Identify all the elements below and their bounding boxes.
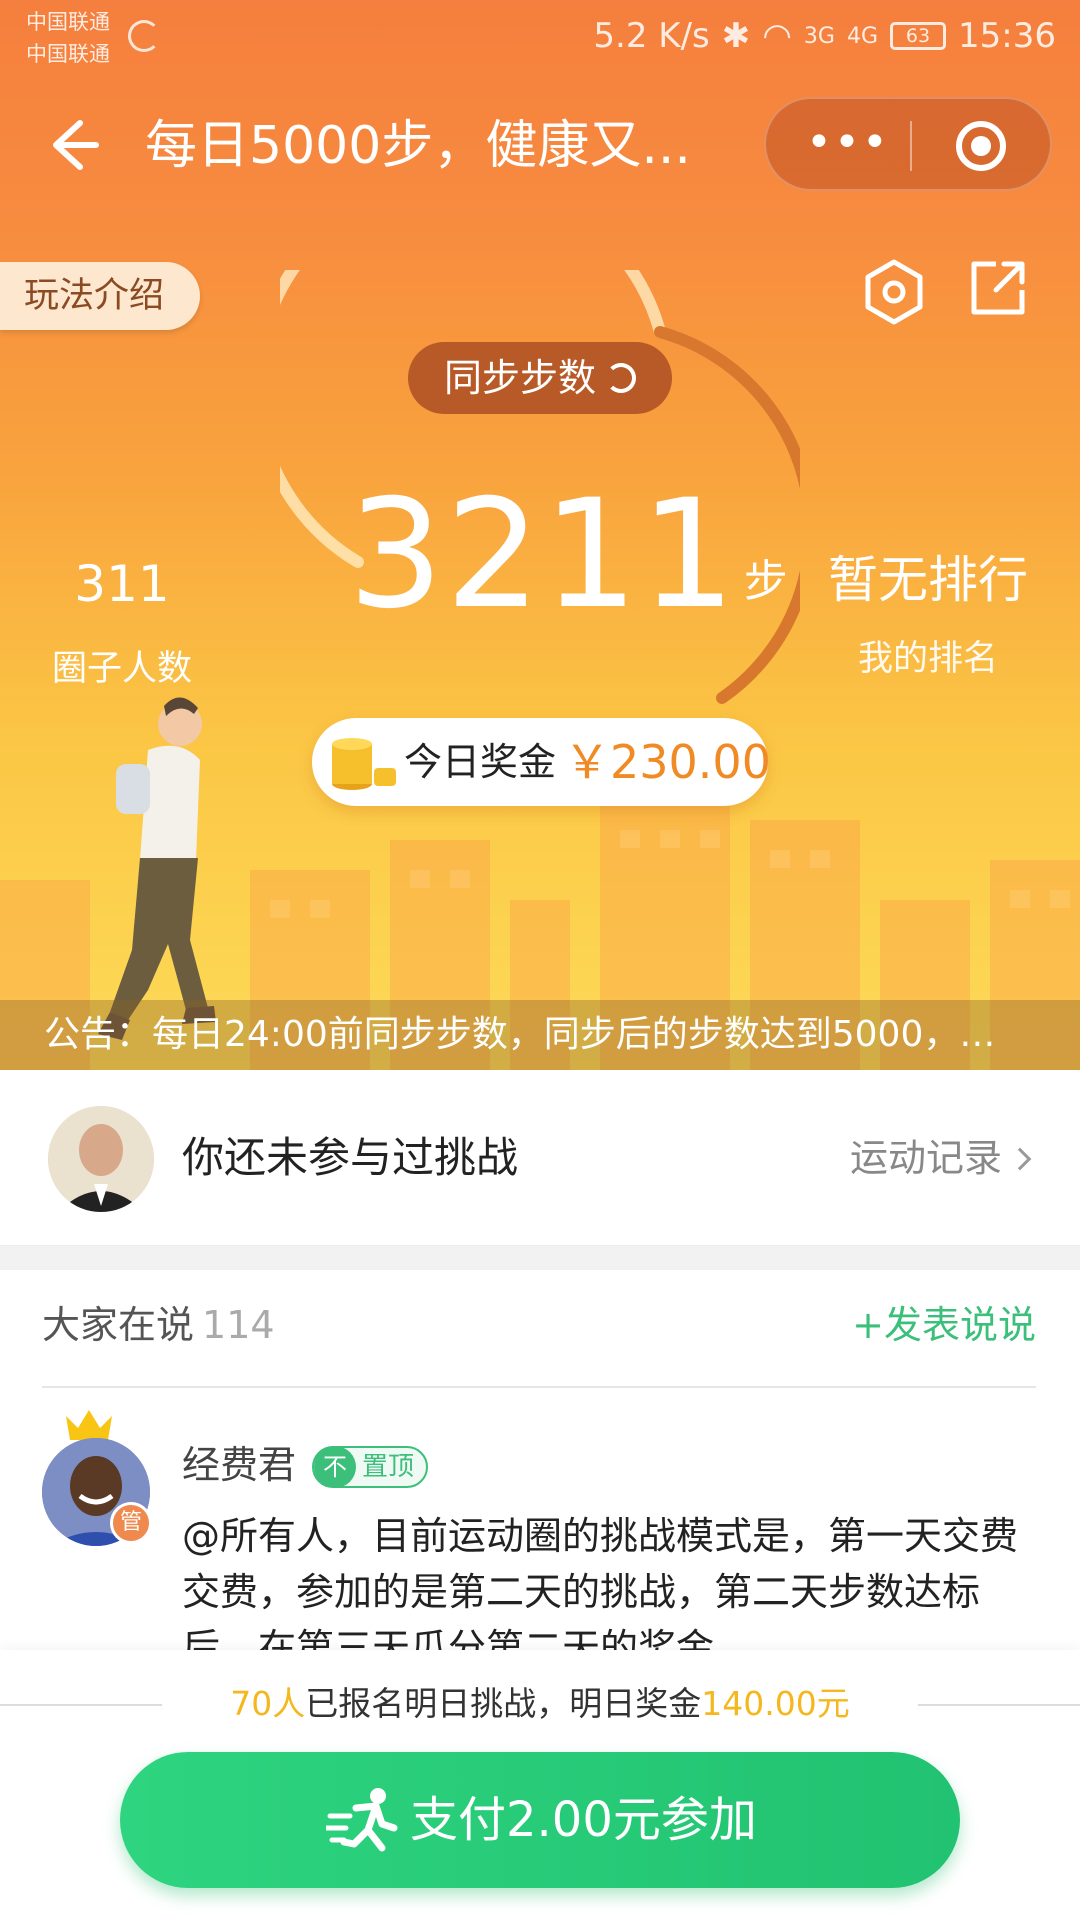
- today-bonus-pill: 今日奖金 ￥230.00: [312, 718, 771, 806]
- close-button[interactable]: [956, 121, 1006, 171]
- network-3g: 3G: [803, 23, 835, 49]
- comments-count: 114: [202, 1303, 275, 1347]
- bottom-action-bar: 70人已报名明日挑战，明日奖金140.00元 支付2.00元参加: [0, 1650, 1080, 1920]
- post-text: @所有人，目前运动圈的挑战模式是，第一天交费交费，参加的是第二天的挑战，第二天步…: [182, 1514, 1019, 1650]
- more-button[interactable]: •••: [806, 121, 888, 171]
- section-gap: [0, 1246, 1080, 1270]
- mini-program-capsule: •••: [764, 97, 1052, 191]
- today-bonus-label: 今日奖金: [404, 740, 557, 784]
- loading-icon: [128, 20, 160, 52]
- divider: [918, 1704, 1080, 1706]
- step-count-value: 3211: [348, 468, 738, 642]
- my-challenge-row: 你还未参与过挑战 运动记录: [0, 1070, 1080, 1246]
- coins-icon: [332, 738, 396, 790]
- runner-icon: [326, 1788, 398, 1852]
- signup-info: 70人已报名明日挑战，明日奖金140.00元: [180, 1676, 900, 1732]
- tomorrow-bonus: 140.00元: [701, 1684, 850, 1723]
- hexagon-settings-icon[interactable]: [860, 258, 928, 326]
- status-bar: 中国联通 中国联通 5.2 K/s ✱ ◠ 3G 4G 63 15:36: [0, 0, 1080, 75]
- comments-title: 大家在说: [42, 1303, 195, 1347]
- challenge-status-text: 你还未参与过挑战: [182, 1133, 519, 1182]
- comments-section: 大家在说 114 +发表说说 管 经费君 不置顶 @所有人，目前运动圈的挑战模式是…: [0, 1270, 1080, 1650]
- admin-badge: 管: [110, 1502, 152, 1544]
- page-title: 每日5000步，健康又...: [145, 116, 691, 176]
- my-rank-value: 暂无排行: [828, 551, 1028, 609]
- rules-intro-tab[interactable]: 玩法介绍: [0, 262, 200, 330]
- announcement-banner[interactable]: 公告：每日24:00前同步步数，同步后的步数达到5000，…: [0, 1000, 1080, 1070]
- share-icon[interactable]: [968, 258, 1028, 318]
- step-count-unit: 步: [743, 556, 788, 607]
- post-comment-link[interactable]: +发表说说: [852, 1300, 1036, 1350]
- bluetooth-icon: ✱: [721, 16, 751, 56]
- carrier-1: 中国联通: [26, 10, 110, 34]
- crown-icon: [66, 1410, 112, 1440]
- clock: 15:36: [958, 16, 1056, 56]
- divider: [0, 1704, 162, 1706]
- carrier-2: 中国联通: [26, 42, 110, 66]
- my-rank-label: 我的排名: [857, 639, 998, 679]
- members-label: 圈子人数: [51, 649, 192, 689]
- post-author[interactable]: 经费君: [182, 1440, 296, 1490]
- battery-indicator: 63: [890, 22, 947, 50]
- members-count: 311: [74, 555, 170, 613]
- refresh-icon: [606, 363, 636, 393]
- sync-steps-button[interactable]: 同步步数: [408, 342, 672, 414]
- today-bonus-amount: ￥230.00: [564, 735, 771, 789]
- pay-to-join-button[interactable]: 支付2.00元参加: [120, 1752, 960, 1888]
- status-right: 5.2 K/s ✱ ◠ 3G 4G 63 15:36: [593, 16, 1056, 56]
- back-arrow-icon[interactable]: [40, 113, 104, 177]
- pin-icon: 不: [314, 1446, 356, 1488]
- chevron-right-icon: [1008, 1147, 1032, 1171]
- avatar[interactable]: [48, 1106, 154, 1212]
- pinned-label: 置顶: [362, 1452, 415, 1482]
- divider: [42, 1386, 1036, 1388]
- sync-steps-label: 同步步数: [443, 356, 596, 400]
- signup-text: 已报名明日挑战，明日奖金: [305, 1684, 702, 1723]
- pinned-badge: 不置顶: [312, 1446, 429, 1488]
- wifi-icon: ◠: [762, 16, 792, 56]
- signup-count: 70人: [230, 1684, 306, 1723]
- network-4g: 4G: [846, 23, 879, 49]
- pay-to-join-label: 支付2.00元参加: [410, 1792, 757, 1848]
- capsule-divider: [910, 121, 912, 171]
- exercise-records-link[interactable]: 运动记录: [850, 1120, 1032, 1196]
- step-count: 3211 步: [348, 480, 788, 630]
- exercise-records-label: 运动记录: [850, 1136, 1003, 1180]
- hero-panel: 中国联通 中国联通 5.2 K/s ✱ ◠ 3G 4G 63 15:36 每日5…: [0, 0, 1080, 1070]
- nav-bar: 每日5000步，健康又... •••: [0, 85, 1080, 205]
- comments-header: 大家在说 114: [42, 1300, 275, 1350]
- network-speed: 5.2 K/s: [593, 16, 710, 56]
